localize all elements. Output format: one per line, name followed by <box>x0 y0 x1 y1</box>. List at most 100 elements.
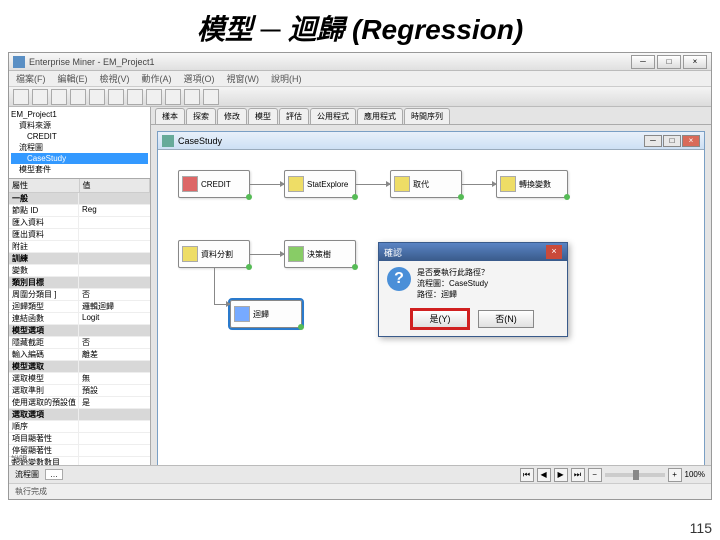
tab-explore[interactable]: 探索 <box>186 108 216 124</box>
window-controls: ─ □ × <box>631 55 707 69</box>
prop-row[interactable]: 迴歸類型邏輯迴歸 <box>9 301 150 313</box>
arrow-icon <box>492 181 497 187</box>
prop-row[interactable]: 選取準則預設 <box>9 385 150 397</box>
diagram-minimize[interactable]: ─ <box>644 135 662 147</box>
node-icon <box>234 306 250 322</box>
prop-row[interactable]: 隱藏截距否 <box>9 337 150 349</box>
status-dot-icon <box>298 324 304 330</box>
bottom-selector[interactable]: … <box>45 469 63 480</box>
prop-row[interactable]: 項目顯著性 <box>9 433 150 445</box>
yes-button[interactable]: 是(Y) <box>412 310 468 328</box>
arrow-icon <box>280 181 285 187</box>
toolbar-button[interactable] <box>51 89 67 105</box>
menu-bar: 檔案(F) 編輯(E) 檢視(V) 動作(A) 選項(O) 視窗(W) 說明(H… <box>9 71 711 87</box>
tab-modify[interactable]: 修改 <box>217 108 247 124</box>
tree-item-diagrams[interactable]: 流程圖 <box>11 142 148 153</box>
flow-node-n6[interactable]: 決策樹 <box>284 240 356 268</box>
minimize-button[interactable]: ─ <box>631 55 655 69</box>
toolbar-button[interactable] <box>203 89 219 105</box>
menu-edit[interactable]: 編輯(E) <box>55 72 91 85</box>
tree-item-datasources[interactable]: 資料來源 <box>11 120 148 131</box>
no-button[interactable]: 否(N) <box>478 310 534 328</box>
zoom-out-button[interactable]: − <box>588 468 602 482</box>
toolbar-button[interactable] <box>184 89 200 105</box>
nav-next-icon[interactable]: ▶ <box>554 468 568 482</box>
project-tree[interactable]: EM_Project1 資料來源 CREDIT 流程圖 CaseStudy 模型… <box>9 107 150 179</box>
node-label: CREDIT <box>201 180 231 189</box>
nav-first-icon[interactable]: ⏮ <box>520 468 534 482</box>
flow-node-n7[interactable]: 迴歸 <box>230 300 302 328</box>
tree-item-project[interactable]: EM_Project1 <box>11 109 148 120</box>
prop-row[interactable]: 停留顯著性 <box>9 445 150 457</box>
tab-assess[interactable]: 評估 <box>279 108 309 124</box>
flow-node-n3[interactable]: 取代 <box>390 170 462 198</box>
diagram-canvas[interactable]: 迴歸 決策樹 資料分割 轉換變數 取代 StatExplore CREDIT <box>158 150 704 476</box>
zoom-controls: ⏮ ◀ ▶ ⏭ − + 100% <box>520 468 705 482</box>
menu-window[interactable]: 視窗(W) <box>224 72 263 85</box>
palette-tabs: 樣本 探索 修改 模型 評估 公用程式 應用程式 時間序列 <box>151 107 711 125</box>
menu-file[interactable]: 檔案(F) <box>13 72 49 85</box>
connector <box>462 184 496 185</box>
toolbar-button[interactable] <box>70 89 86 105</box>
node-icon <box>394 176 410 192</box>
prop-row[interactable]: 輸入編碼離差 <box>9 349 150 361</box>
app-icon <box>13 56 25 68</box>
dialog-close-button[interactable]: × <box>546 245 562 259</box>
node-icon <box>288 176 304 192</box>
tab-utility[interactable]: 公用程式 <box>310 108 356 124</box>
toolbar-button[interactable] <box>32 89 48 105</box>
dialog-message: 是否要執行此路徑？ 流程圖：CaseStudy 路徑：迴歸 <box>417 267 489 300</box>
connector <box>356 184 390 185</box>
prop-section: 模型選取 <box>9 361 150 373</box>
tree-item-credit[interactable]: CREDIT <box>11 131 148 142</box>
close-button[interactable]: × <box>683 55 707 69</box>
nav-prev-icon[interactable]: ◀ <box>537 468 551 482</box>
tab-sample[interactable]: 樣本 <box>155 108 185 124</box>
diagram-maximize[interactable]: □ <box>663 135 681 147</box>
menu-help[interactable]: 說明(H) <box>268 72 305 85</box>
prop-row[interactable]: 周圍分類目 ]否 <box>9 289 150 301</box>
prop-row[interactable]: 順序 <box>9 421 150 433</box>
prop-row[interactable]: 匯入資料 <box>9 217 150 229</box>
status-dot-icon <box>352 194 358 200</box>
nav-last-icon[interactable]: ⏭ <box>571 468 585 482</box>
bottom-bar: 流程圖 … ⏮ ◀ ▶ ⏭ − + 100% <box>9 465 711 483</box>
toolbar-button[interactable] <box>13 89 29 105</box>
flow-node-n2[interactable]: StatExplore <box>284 170 356 198</box>
tab-model[interactable]: 模型 <box>248 108 278 124</box>
zoom-in-button[interactable]: + <box>668 468 682 482</box>
prop-section: 選取選項 <box>9 409 150 421</box>
prop-row[interactable]: 節點 IDReg <box>9 205 150 217</box>
zoom-slider[interactable] <box>605 473 665 477</box>
prop-row[interactable]: 附註 <box>9 241 150 253</box>
tree-item-casestudy[interactable]: CaseStudy <box>11 153 148 164</box>
menu-action[interactable]: 動作(A) <box>139 72 175 85</box>
toolbar-button[interactable] <box>146 89 162 105</box>
flow-node-n4[interactable]: 轉換變數 <box>496 170 568 198</box>
prop-row[interactable]: 使用選取的預設值是 <box>9 397 150 409</box>
prop-row[interactable]: 匯出資料 <box>9 229 150 241</box>
tab-apps[interactable]: 應用程式 <box>357 108 403 124</box>
toolbar-button[interactable] <box>165 89 181 105</box>
maximize-button[interactable]: □ <box>657 55 681 69</box>
prop-row[interactable]: 變數 <box>9 265 150 277</box>
node-icon <box>182 176 198 192</box>
toolbar-button[interactable] <box>127 89 143 105</box>
slide-title: 模型 ─ 迴歸 (Regression) <box>0 0 720 52</box>
diagram-close[interactable]: × <box>682 135 700 147</box>
menu-view[interactable]: 檢視(V) <box>97 72 133 85</box>
prop-row[interactable]: 連結函數Logit <box>9 313 150 325</box>
flow-node-n5[interactable]: 資料分割 <box>178 240 250 268</box>
tree-item-modelpkg[interactable]: 模型套件 <box>11 164 148 175</box>
main-area: EM_Project1 資料來源 CREDIT 流程圖 CaseStudy 模型… <box>9 107 711 483</box>
tab-timeseries[interactable]: 時間序列 <box>404 108 450 124</box>
flow-node-n1[interactable]: CREDIT <box>178 170 250 198</box>
connector <box>250 184 284 185</box>
node-label: 取代 <box>413 179 429 190</box>
toolbar-button[interactable] <box>108 89 124 105</box>
node-label: StatExplore <box>307 180 348 189</box>
toolbar-button[interactable] <box>89 89 105 105</box>
menu-options[interactable]: 選項(O) <box>181 72 218 85</box>
properties-grid[interactable]: 一般節點 IDReg匯入資料匯出資料附註訓練變數類別目標周圍分類目 ]否迴歸類型… <box>9 193 150 483</box>
prop-row[interactable]: 選取模型無 <box>9 373 150 385</box>
